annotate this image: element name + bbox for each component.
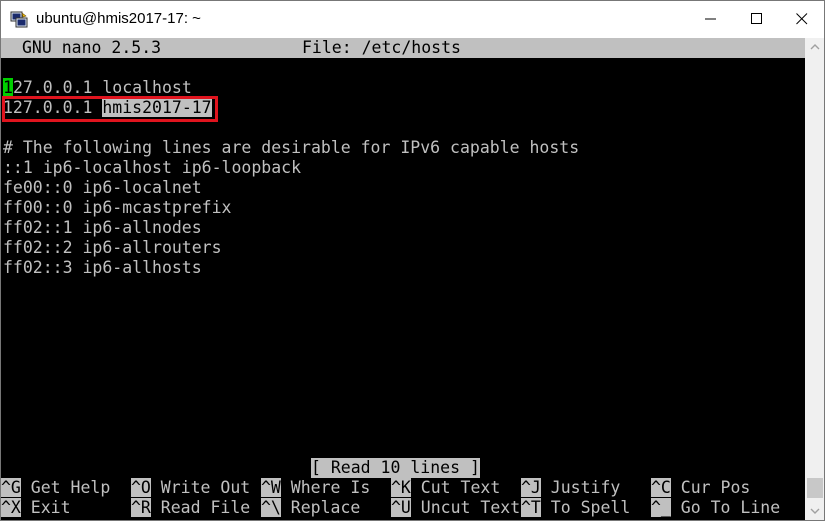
putty-app-icon[interactable] [10,10,28,28]
terminal-screen[interactable]: GNU nano 2.5.3 File: /etc/hosts 127.0.0.… [1,38,805,520]
shortcut-go-to-line[interactable]: ^_ Go To Line [651,498,780,518]
close-button[interactable] [779,0,825,38]
nano-file-name: File: /etc/hosts [302,38,461,57]
window-title: ubuntu@hmis2017-17: ~ [36,10,201,27]
editor-line-7[interactable]: ff00::0 ip6-mcastprefix [3,198,231,218]
editor-line-10[interactable]: ff02::3 ip6-allhosts [3,258,202,278]
shortcut-uncut-text[interactable]: ^U Uncut Text [391,498,520,518]
editor-line-9[interactable]: ff02::2 ip6-allrouters [3,238,222,258]
maximize-icon [751,13,762,24]
status-message: [ Read 10 lines ] [311,458,480,478]
editor-line-1[interactable]: 127.0.0.1 localhost [3,78,192,98]
editor-line-5[interactable]: ::1 ip6-localhost ip6-loopback [3,158,301,178]
shortcut-justify[interactable]: ^J Justify [521,478,650,498]
shortcut-get-help[interactable]: ^G Get Help [1,478,130,498]
scroll-down-arrow-icon[interactable] [809,505,821,517]
vertical-scrollbar[interactable] [805,38,825,520]
editor-line-8[interactable]: ff02::1 ip6-allnodes [3,218,202,238]
scrollbar-thumb[interactable] [807,478,823,498]
window-titlebar[interactable]: ubuntu@hmis2017-17: ~ [0,0,825,38]
shortcut-cur-pos[interactable]: ^C Cur Pos [651,478,750,498]
editor-line-6[interactable]: fe00::0 ip6-localnet [3,178,202,198]
minimize-icon [705,18,716,20]
nano-header-bar: GNU nano 2.5.3 File: /etc/hosts [1,38,805,58]
shortcut-cut-text[interactable]: ^K Cut Text [391,478,520,498]
scroll-up-arrow-icon[interactable] [809,41,821,53]
shortcut-read-file[interactable]: ^R Read File [131,498,260,518]
close-icon [796,13,808,25]
minimize-button[interactable] [688,0,734,38]
shortcut-replace[interactable]: ^\ Replace [261,498,390,518]
shortcut-write-out[interactable]: ^O Write Out [131,478,260,498]
shortcut-exit[interactable]: ^X Exit [1,498,130,518]
maximize-button[interactable] [734,0,780,38]
shortcut-to-spell[interactable]: ^T To Spell [521,498,650,518]
highlight-box [2,96,218,122]
editor-line-4[interactable]: # The following lines are desirable for … [3,138,579,158]
text-cursor: 1 [3,78,13,97]
shortcut-where-is[interactable]: ^W Where Is [261,478,390,498]
nano-version: GNU nano 2.5.3 [22,38,162,57]
